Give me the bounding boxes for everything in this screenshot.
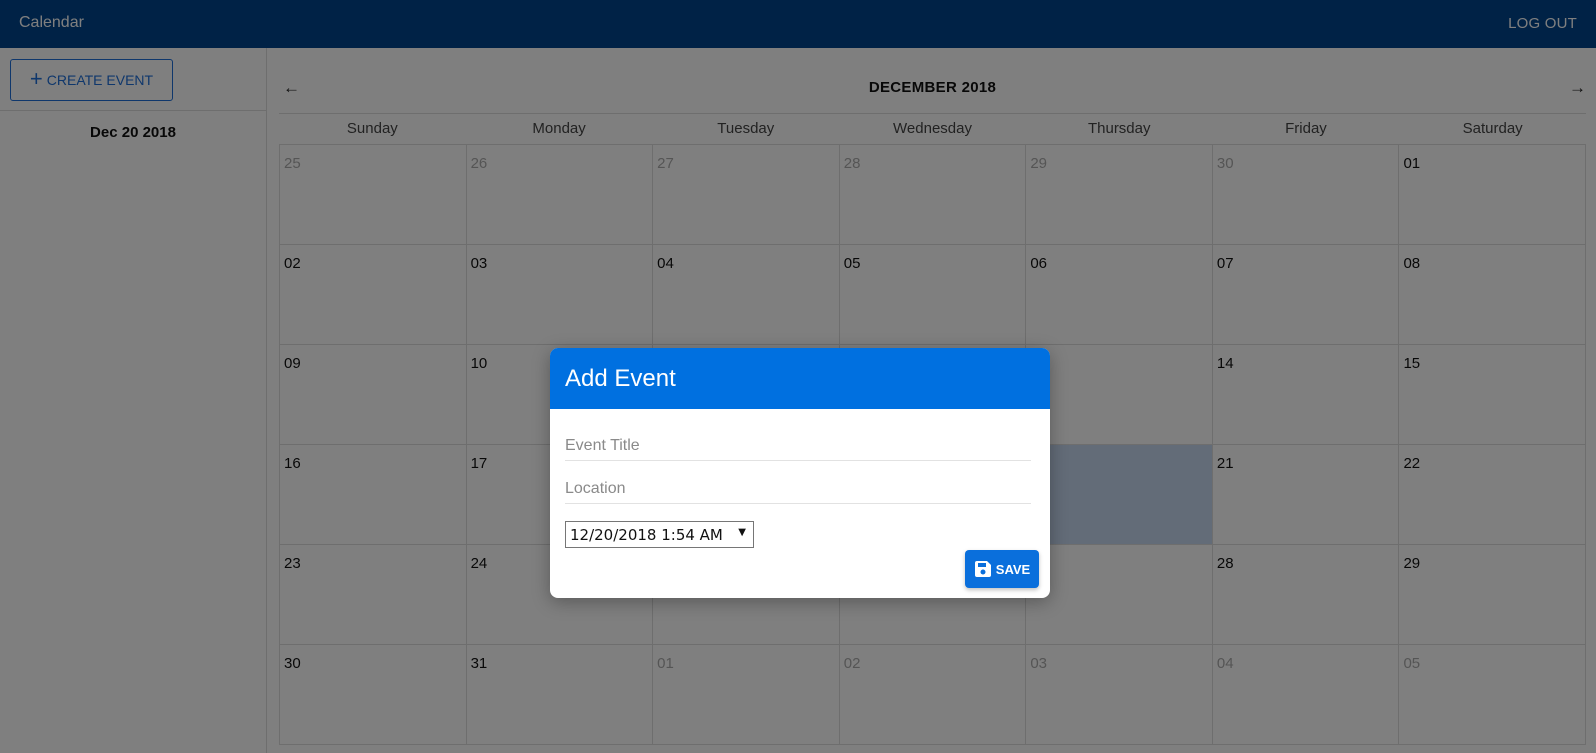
add-event-dialog: Add Event 12/20/2018 1:54 AM ▼ SAVE — [550, 348, 1050, 598]
save-label: SAVE — [995, 561, 1031, 577]
location-input[interactable] — [565, 475, 1031, 504]
dialog-header: Add Event — [550, 348, 1050, 409]
event-title-input[interactable] — [565, 432, 1031, 461]
dialog-title: Add Event — [565, 365, 676, 392]
dropdown-caret-icon: ▼ — [738, 527, 746, 538]
datetime-value: 12/20/2018 1:54 AM — [570, 525, 723, 544]
save-button[interactable]: SAVE — [965, 550, 1039, 588]
datetime-picker[interactable]: 12/20/2018 1:54 AM ▼ — [565, 521, 754, 548]
floppy-disk-icon — [974, 560, 992, 578]
